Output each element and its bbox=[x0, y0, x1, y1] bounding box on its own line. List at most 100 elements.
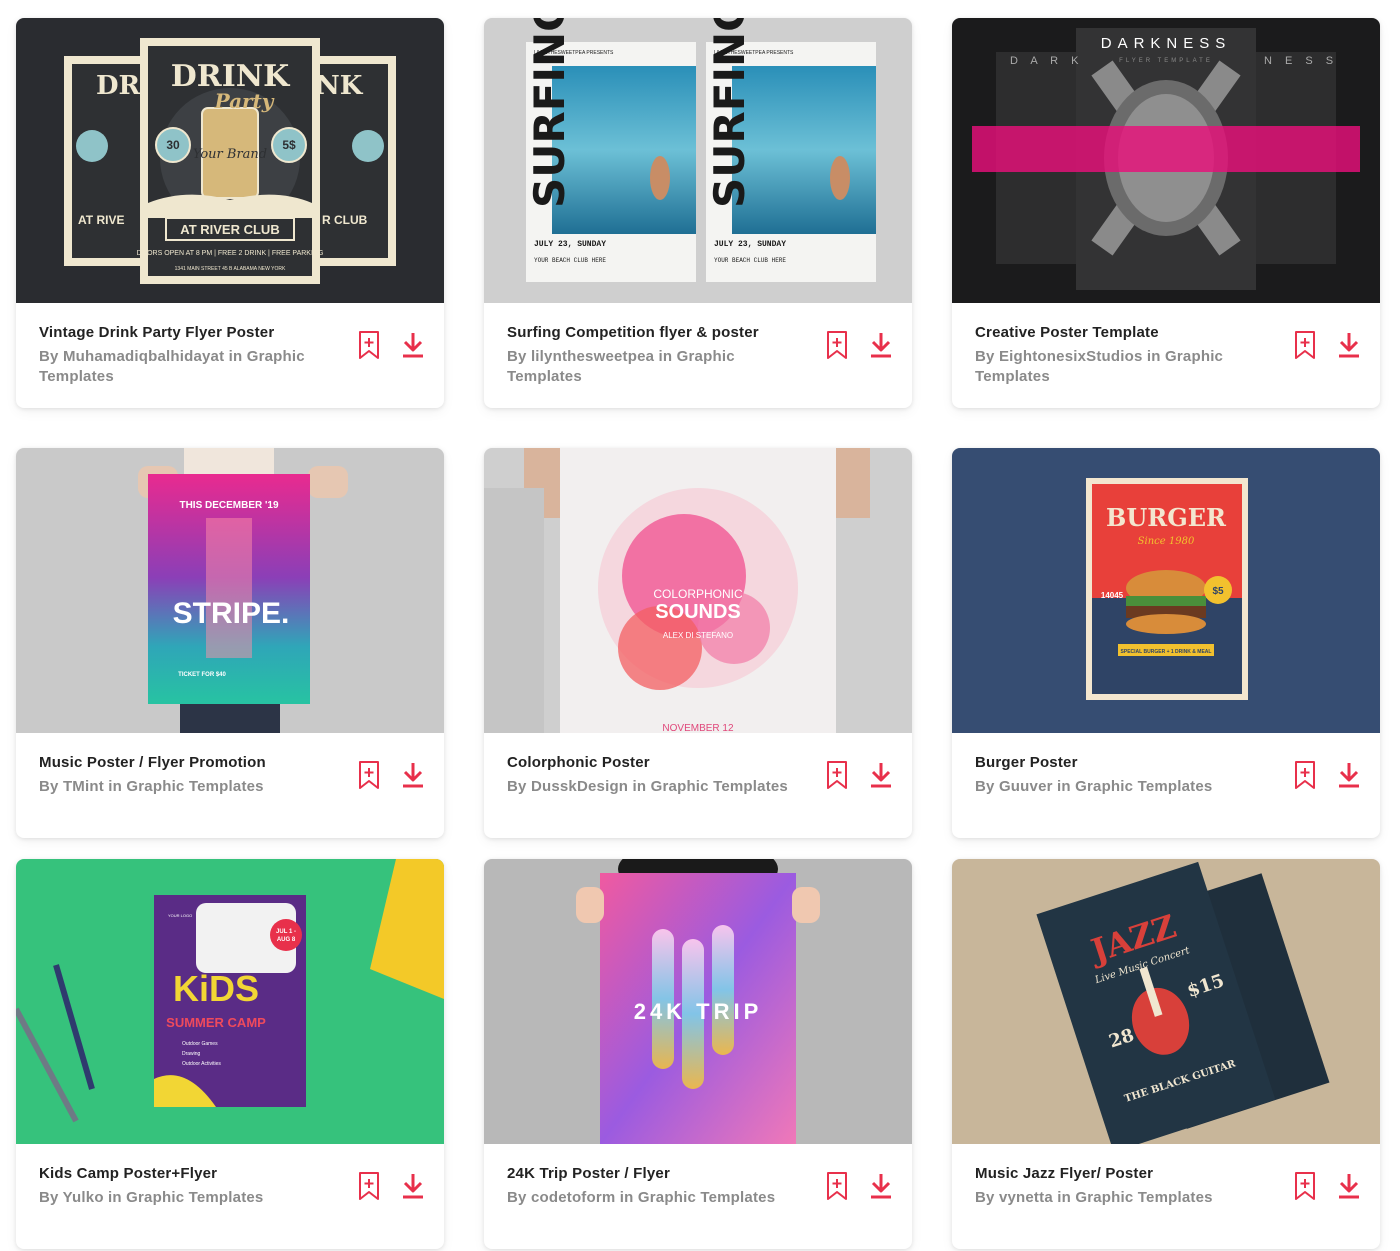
item-author[interactable]: By DusskDesign in Graphic Templates bbox=[507, 777, 797, 797]
product-card[interactable]: COLORPHONIC SOUNDS ALEX DI STEFANO NOVEM… bbox=[484, 448, 912, 838]
bookmark-button[interactable] bbox=[356, 759, 382, 791]
item-author[interactable]: By TMint in Graphic Templates bbox=[39, 777, 329, 797]
thumbnail[interactable]: DARKNESS FLYER TEMPLATE D A R K N E S S bbox=[952, 18, 1380, 303]
svg-text:SPECIAL BURGER + 1 DRINK & MEA: SPECIAL BURGER + 1 DRINK & MEAL bbox=[1121, 649, 1212, 655]
item-title[interactable]: Music Poster / Flyer Promotion bbox=[39, 754, 339, 771]
bookmark-icon bbox=[827, 1172, 847, 1200]
thumbnail[interactable]: KiDS SUMMER CAMP JUL 1 - AUG 8 YOUR LOGO… bbox=[16, 859, 444, 1144]
bookmark-button[interactable] bbox=[1292, 759, 1318, 791]
thumbnail[interactable]: JAZZ Live Music Concert 28 $15 THE BLACK… bbox=[952, 859, 1380, 1144]
bookmark-icon bbox=[359, 331, 379, 359]
bookmark-icon bbox=[1295, 761, 1315, 789]
item-author[interactable]: By EightonesixStudios in Graphic Templat… bbox=[975, 347, 1265, 387]
svg-text:N E S S: N E S S bbox=[1264, 55, 1338, 67]
stripe-poster-image: THIS DECEMBER '19 STRIPE. TICKET FOR $40 bbox=[138, 448, 348, 733]
drink-poster-image: DRINK Party Your Brand 30 5$ AT RIVER CL… bbox=[64, 38, 396, 284]
svg-text:SURFING: SURFING bbox=[705, 18, 754, 208]
bookmark-button[interactable] bbox=[1292, 1170, 1318, 1202]
item-title[interactable]: Burger Poster bbox=[975, 754, 1275, 771]
product-card[interactable]: DARKNESS FLYER TEMPLATE D A R K N E S S … bbox=[952, 18, 1380, 408]
bookmark-button[interactable] bbox=[356, 1170, 382, 1202]
svg-text:NOVEMBER 12: NOVEMBER 12 bbox=[662, 723, 734, 733]
item-title[interactable]: Colorphonic Poster bbox=[507, 754, 807, 771]
svg-text:30: 30 bbox=[166, 138, 180, 152]
item-title[interactable]: Music Jazz Flyer/ Poster bbox=[975, 1165, 1275, 1182]
svg-text:AT RIVER CLUB: AT RIVER CLUB bbox=[180, 222, 279, 237]
bookmark-icon bbox=[827, 331, 847, 359]
product-card[interactable]: 24K TRIP 24K Trip Poster / Flyer By code… bbox=[484, 859, 912, 1249]
bookmark-button[interactable] bbox=[356, 329, 382, 361]
darkness-poster-image: DARKNESS FLYER TEMPLATE D A R K N E S S bbox=[972, 28, 1360, 290]
poster-title: 24K TRIP bbox=[634, 999, 763, 1024]
download-icon bbox=[1339, 763, 1359, 788]
svg-text:5$: 5$ bbox=[282, 138, 296, 152]
bookmark-icon bbox=[359, 761, 379, 789]
thumbnail[interactable]: COLORPHONIC SOUNDS ALEX DI STEFANO NOVEM… bbox=[484, 448, 912, 733]
download-button[interactable] bbox=[868, 1170, 894, 1202]
download-button[interactable] bbox=[1336, 1170, 1362, 1202]
svg-text:JULY 23, SUNDAY: JULY 23, SUNDAY bbox=[714, 240, 786, 249]
poster-title: SURFING bbox=[525, 18, 574, 208]
poster-title: SOUNDS bbox=[655, 601, 741, 623]
download-button[interactable] bbox=[400, 1170, 426, 1202]
item-author[interactable]: By Muhamadiqbalhidayat in Graphic Templa… bbox=[39, 347, 329, 387]
poster-title: KiDS bbox=[173, 968, 259, 1009]
svg-text:YOUR BEACH CLUB HERE: YOUR BEACH CLUB HERE bbox=[714, 257, 786, 264]
download-button[interactable] bbox=[400, 329, 426, 361]
bookmark-button[interactable] bbox=[824, 759, 850, 791]
svg-text:FLYER TEMPLATE: FLYER TEMPLATE bbox=[1119, 58, 1213, 64]
item-author[interactable]: By Guuver in Graphic Templates bbox=[975, 777, 1265, 797]
colorphonic-poster-image: COLORPHONIC SOUNDS ALEX DI STEFANO NOVEM… bbox=[484, 448, 870, 733]
product-card[interactable]: THIS DECEMBER '19 STRIPE. TICKET FOR $40… bbox=[16, 448, 444, 838]
item-author[interactable]: By vynetta in Graphic Templates bbox=[975, 1188, 1265, 1208]
thumbnail[interactable]: DRINK Party Your Brand 30 5$ AT RIVER CL… bbox=[16, 18, 444, 303]
bookmark-icon bbox=[827, 761, 847, 789]
thumbnail[interactable]: 24K TRIP bbox=[484, 859, 912, 1144]
bookmark-button[interactable] bbox=[1292, 329, 1318, 361]
svg-text:NK: NK bbox=[316, 71, 364, 101]
svg-text:LILYNTHESWEETPEA PRESENTS: LILYNTHESWEETPEA PRESENTS bbox=[714, 50, 794, 56]
surfing-poster-image: SURFING SURFING JULY 23, SUNDAY JULY 23,… bbox=[525, 18, 876, 282]
download-button[interactable] bbox=[400, 759, 426, 791]
thumbnail[interactable]: BURGER Since 1980 $5 14045 SPECIAL BURGE… bbox=[952, 448, 1380, 733]
thumbnail[interactable]: THIS DECEMBER '19 STRIPE. TICKET FOR $40 bbox=[16, 448, 444, 733]
svg-text:Party: Party bbox=[214, 89, 275, 113]
svg-text:JULY 23, SUNDAY: JULY 23, SUNDAY bbox=[534, 240, 606, 249]
download-icon bbox=[403, 333, 423, 358]
download-button[interactable] bbox=[1336, 329, 1362, 361]
bookmark-button[interactable] bbox=[824, 329, 850, 361]
bookmark-icon bbox=[359, 1172, 379, 1200]
download-button[interactable] bbox=[868, 329, 894, 361]
poster-title: BURGER bbox=[1106, 503, 1227, 532]
svg-text:Outdoor Activities: Outdoor Activities bbox=[182, 1061, 221, 1067]
item-title[interactable]: Creative Poster Template bbox=[975, 324, 1275, 341]
item-author[interactable]: By lilynthesweetpea in Graphic Templates bbox=[507, 347, 797, 387]
item-title[interactable]: Vintage Drink Party Flyer Poster bbox=[39, 324, 339, 341]
svg-text:YOUR BEACH CLUB HERE: YOUR BEACH CLUB HERE bbox=[534, 257, 606, 264]
item-title[interactable]: Surfing Competition flyer & poster bbox=[507, 324, 807, 341]
item-title[interactable]: Kids Camp Poster+Flyer bbox=[39, 1165, 339, 1182]
item-author[interactable]: By Yulko in Graphic Templates bbox=[39, 1188, 329, 1208]
download-icon bbox=[871, 763, 891, 788]
product-card[interactable]: KiDS SUMMER CAMP JUL 1 - AUG 8 YOUR LOGO… bbox=[16, 859, 444, 1249]
item-author[interactable]: By codetoform in Graphic Templates bbox=[507, 1188, 797, 1208]
svg-text:JUL 1 -: JUL 1 - bbox=[276, 929, 296, 935]
svg-text:R CLUB: R CLUB bbox=[322, 213, 368, 227]
bookmark-button[interactable] bbox=[824, 1170, 850, 1202]
thumbnail[interactable]: SURFING SURFING JULY 23, SUNDAY JULY 23,… bbox=[484, 18, 912, 303]
svg-text:AUG 8: AUG 8 bbox=[277, 937, 296, 943]
poster-title: DARKNESS bbox=[1101, 35, 1232, 52]
product-card[interactable]: DRINK Party Your Brand 30 5$ AT RIVER CL… bbox=[16, 18, 444, 408]
product-card[interactable]: JAZZ Live Music Concert 28 $15 THE BLACK… bbox=[952, 859, 1380, 1249]
item-title[interactable]: 24K Trip Poster / Flyer bbox=[507, 1165, 807, 1182]
svg-text:SUMMER CAMP: SUMMER CAMP bbox=[166, 1015, 266, 1030]
bookmark-icon bbox=[1295, 331, 1315, 359]
download-button[interactable] bbox=[1336, 759, 1362, 791]
download-button[interactable] bbox=[868, 759, 894, 791]
svg-text:Since 1980: Since 1980 bbox=[1138, 536, 1195, 547]
svg-text:D A R K: D A R K bbox=[1010, 55, 1084, 67]
svg-text:THIS DECEMBER '19: THIS DECEMBER '19 bbox=[179, 500, 279, 511]
svg-text:AT RIVE: AT RIVE bbox=[78, 213, 124, 227]
product-card[interactable]: SURFING SURFING JULY 23, SUNDAY JULY 23,… bbox=[484, 18, 912, 408]
product-card[interactable]: BURGER Since 1980 $5 14045 SPECIAL BURGE… bbox=[952, 448, 1380, 838]
